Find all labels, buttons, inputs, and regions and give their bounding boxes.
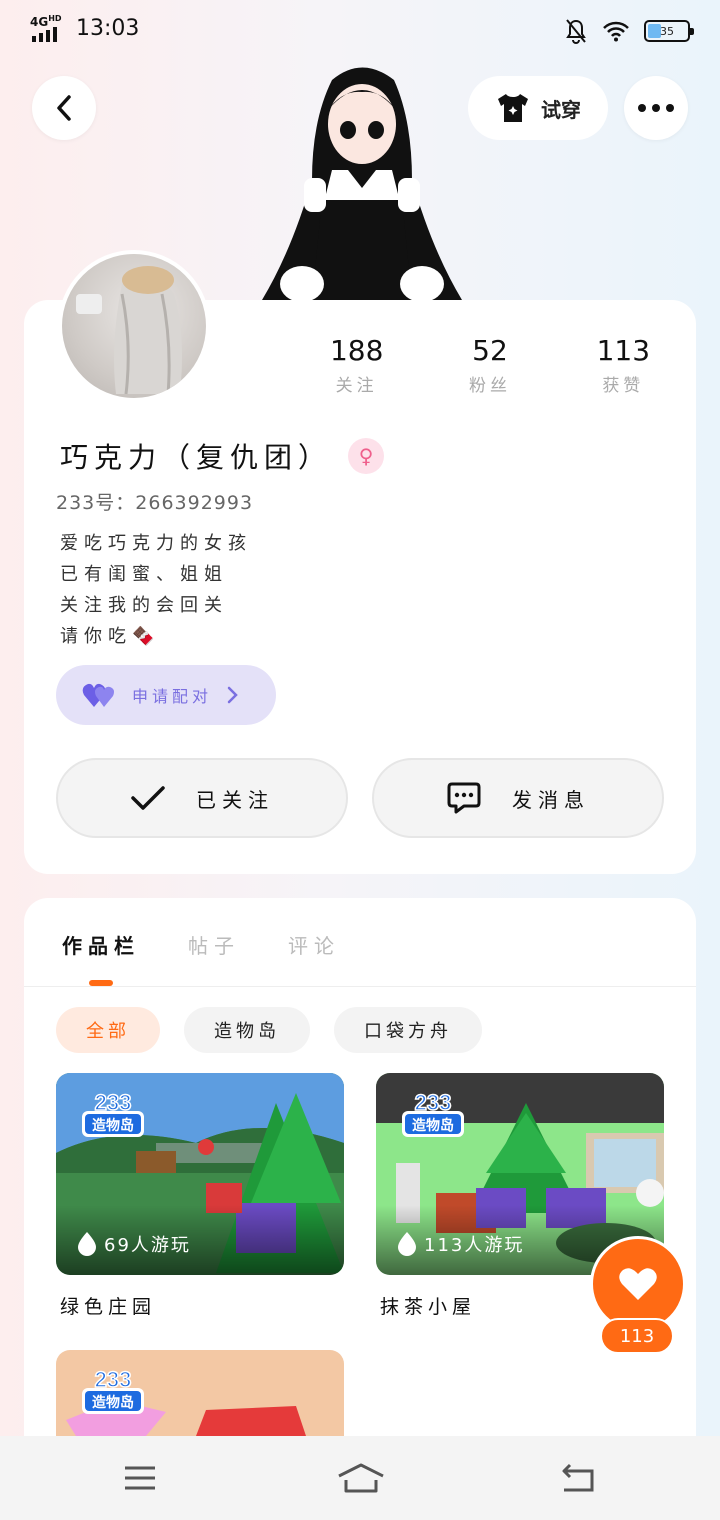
chat-bubble-icon [447,782,481,814]
try-on-button[interactable]: 试穿 [468,76,608,140]
back-nav-button[interactable] [556,1458,600,1498]
message-button[interactable]: 发消息 [372,758,664,838]
tab-comments[interactable]: 评论 [288,930,340,959]
heart-icon [619,1268,657,1300]
game-card[interactable]: 233 造物岛 69人游玩 [56,1073,344,1275]
back-button[interactable] [32,76,96,140]
tab-posts[interactable]: 帖子 [188,930,240,959]
chip-all[interactable]: 全部 [56,1007,160,1053]
play-count: 69人游玩 [76,1231,191,1257]
status-bar: 4GHD 13:03 35 [0,0,720,62]
user-id: 233号：266392993 [56,492,254,514]
play-count-text: 69人游玩 [104,1235,191,1256]
stat-following[interactable]: 188 关注 [290,334,423,396]
bio-line: 请你吃🍫 [60,626,161,647]
stat-likes[interactable]: 113 获赞 [557,334,690,396]
system-nav-bar [0,1436,720,1520]
profile-name: 巧克力（复仇团） [60,441,333,474]
logo-top-text: 233 [95,1367,132,1392]
more-button[interactable] [624,76,688,140]
avatar-image [76,266,182,395]
bio: 爱吃巧克力的女孩 已有闺蜜、姐姐 关注我的会回关 请你吃🍫 [60,528,252,652]
stat-likes-value: 113 [596,334,651,367]
check-icon [131,786,165,810]
like-count: 113 [600,1318,674,1354]
more-dots-icon [638,104,674,112]
game-title[interactable]: 抹茶小屋 [380,1292,476,1319]
menu-icon [125,1466,155,1490]
profile-stats: 188 关注 52 粉丝 113 获赞 [290,334,690,396]
logo-bottom-text: 造物岛 [92,1117,134,1134]
menu-button[interactable] [118,1458,162,1498]
match-button[interactable]: 申请配对 [56,665,276,725]
battery-level: 35 [660,24,674,38]
stat-fans[interactable]: 52 粉丝 [423,334,556,396]
stat-fans-label: 粉丝 [468,376,511,396]
network-sub: HD [48,14,62,23]
tab-works[interactable]: 作品栏 [62,930,140,959]
home-icon [338,1463,384,1493]
play-count: 113人游玩 [396,1231,524,1257]
message-label: 发消息 [512,787,590,812]
logo-bottom-text: 造物岛 [92,1394,134,1411]
double-heart-icon [82,683,114,707]
bio-line: 已有闺蜜、姐姐 [60,564,228,585]
home-button[interactable] [336,1458,386,1498]
chevron-left-icon [57,95,71,121]
play-count-text: 113人游玩 [424,1235,525,1256]
content-tabs: 作品栏 帖子 评论 [62,930,340,959]
flame-icon [398,1232,416,1256]
flame-icon [78,1232,96,1256]
wifi-icon [603,21,629,42]
stat-likes-label: 获赞 [602,376,645,396]
chevron-right-icon [227,686,238,704]
match-label: 申请配对 [132,687,213,706]
avatar[interactable] [58,250,210,402]
creation-island-logo: 233 造物岛 [82,1366,144,1414]
followed-button[interactable]: 已关注 [56,758,348,838]
chip-creation-island[interactable]: 造物岛 [184,1007,310,1053]
mute-bell-icon [566,19,586,44]
chip-pocket-ark[interactable]: 口袋方舟 [334,1007,482,1053]
female-icon: ♀ [348,438,385,474]
stat-following-label: 关注 [335,376,378,396]
creation-island-logo: 233 造物岛 [82,1089,144,1137]
creation-island-logo: 233 造物岛 [402,1089,464,1137]
game-card[interactable]: 233 造物岛 [56,1350,344,1436]
divider [24,986,696,987]
filter-chips: 全部 造物岛 口袋方舟 [56,1007,482,1053]
logo-top-text: 233 [415,1090,452,1115]
tshirt-icon [498,94,528,122]
bio-line: 爱吃巧克力的女孩 [60,533,252,554]
battery-icon: 35 [644,20,694,42]
stat-fans-value: 52 [472,334,508,367]
followed-label: 已关注 [196,787,274,812]
clock: 13:03 [76,15,140,41]
stat-following-value: 188 [329,334,384,367]
game-title[interactable]: 绿色庄园 [60,1292,156,1319]
return-icon [562,1463,594,1492]
name-row: 巧克力（复仇团） ♀ [60,436,385,476]
logo-bottom-text: 造物岛 [412,1117,454,1134]
avatar-3d-character [262,67,462,300]
bio-line: 关注我的会回关 [60,595,228,616]
logo-top-text: 233 [95,1090,132,1115]
signal-icon: 4GHD [30,14,64,42]
try-on-label: 试穿 [541,97,581,122]
